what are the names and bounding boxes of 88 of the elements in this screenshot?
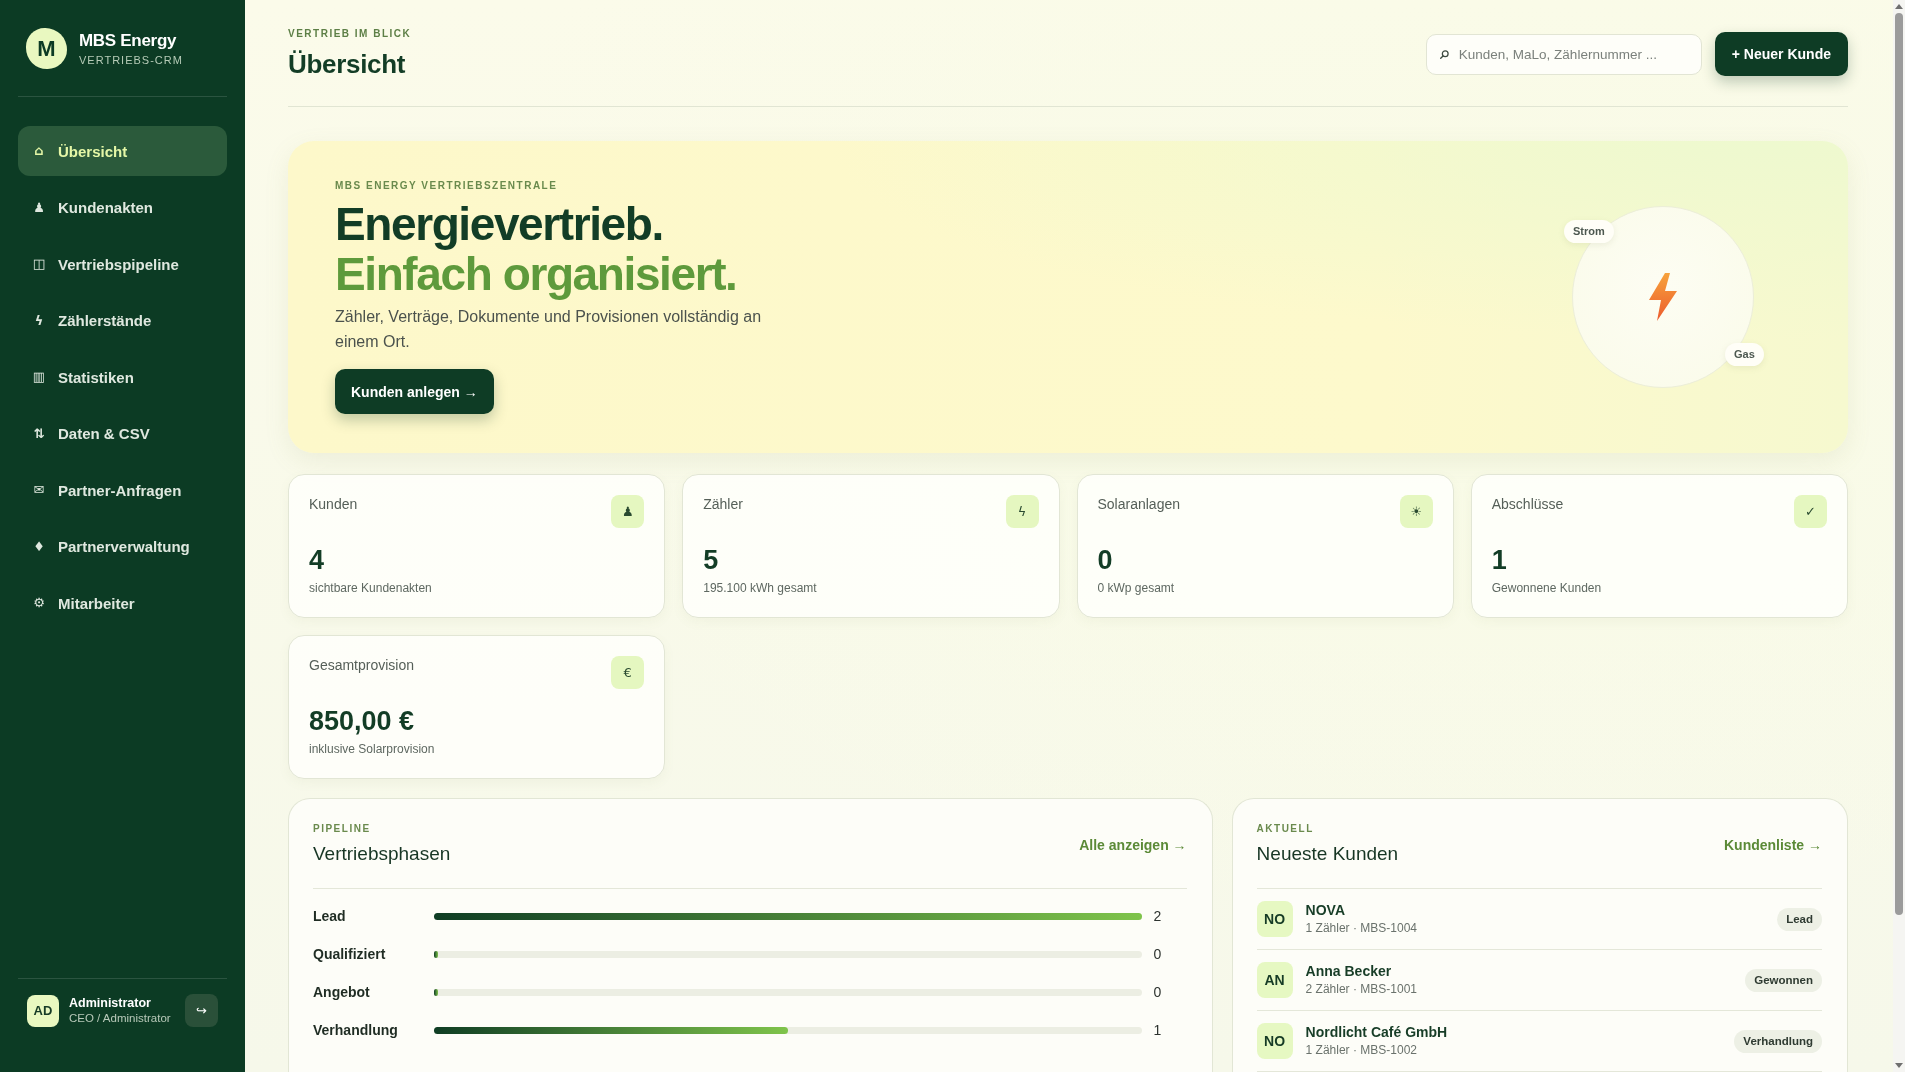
stat-label: Solaranlagen	[1097, 496, 1180, 513]
stat-value: 0	[1097, 544, 1114, 576]
stage-label: Verhandlung	[313, 1022, 399, 1038]
stat-label: Abschlüsse	[1491, 496, 1564, 513]
stat-caption: sichtbare Kundenakten	[309, 581, 433, 596]
customer-name[interactable]: NOVA	[1305, 902, 1765, 919]
nav-item[interactable]: ♦ Partnerverwaltung	[18, 521, 227, 572]
stage-label: Angebot	[313, 984, 371, 1000]
nav-item[interactable]: ♟ Kundenakten	[18, 182, 227, 233]
stat-label: Gesamtprovision	[309, 657, 415, 674]
sun-icon: ☀	[1399, 495, 1433, 528]
stat-label: Kunden	[309, 496, 358, 513]
customer-name[interactable]: Nordlicht Café GmbH	[1305, 1024, 1722, 1041]
customer-meta: 1 Zähler · MBS-1002	[1305, 1043, 1418, 1058]
gear-icon: ⚙	[32, 595, 46, 611]
customer-meta: 2 Zähler · MBS-1001	[1305, 982, 1418, 997]
envelope-icon: ✉	[32, 482, 46, 498]
status-badge: Gewonnen	[1745, 968, 1822, 992]
lightning-bolt-icon	[1648, 273, 1678, 321]
customer-avatar: NO	[1256, 1023, 1293, 1059]
nav-item[interactable]: ⇅ Daten & CSV	[18, 408, 227, 459]
stat-value: 850,00 €	[309, 705, 416, 737]
grid-icon: ▥	[32, 369, 46, 385]
logo: M	[26, 28, 67, 69]
hero-description: Zähler, Verträge, Dokumente und Provisionen vollständig an einem Ort.	[335, 307, 763, 352]
panel-kicker: PIPELINE	[313, 823, 372, 835]
user-name: Administrator	[69, 995, 152, 1011]
page-title: Übersicht	[288, 48, 407, 80]
panel-kicker: AKTUELL	[1256, 823, 1315, 835]
stat-value: 1	[1491, 544, 1508, 576]
stage-count: 1	[1152, 1022, 1163, 1038]
customer-name[interactable]: Anna Becker	[1305, 963, 1733, 980]
house-icon: ⌂	[32, 143, 46, 159]
nav-item[interactable]: ▥ Statistiken	[18, 352, 227, 402]
nav-item[interactable]: ◫ Vertriebspipeline	[18, 239, 227, 289]
scroll-up-icon[interactable]	[1895, 4, 1903, 9]
customer-meta: 1 Zähler · MBS-1004	[1305, 921, 1418, 936]
person-icon: ♟	[611, 495, 645, 528]
energy-tag: Gas	[1725, 343, 1764, 366]
stat-caption: 0 kWp gesamt	[1097, 581, 1176, 596]
brand-tagline: VERTRIEBS-CRM	[79, 52, 183, 67]
nav-item[interactable]: ✉ Partner-Anfragen	[18, 465, 227, 515]
bolt-icon: ϟ	[32, 312, 46, 329]
panel-title: Neueste Kunden	[1256, 842, 1399, 866]
view-all-link[interactable]: Alle anzeigen →	[1079, 836, 1187, 853]
customer-avatar: AN	[1256, 962, 1293, 998]
nav-item[interactable]: ϟ Zählerstände	[18, 295, 227, 346]
stat-label: Zähler	[703, 496, 743, 513]
stage-label: Qualifiziert	[313, 946, 387, 962]
stage-label: Lead	[313, 908, 347, 924]
diamond-icon: ♦	[32, 538, 46, 555]
stat-caption: Gewonnene Kunden	[1491, 581, 1603, 596]
arrows-icon: ⇅	[32, 425, 46, 442]
scrollbar-thumb[interactable]	[1895, 13, 1903, 915]
customer-list-link[interactable]: Kundenliste →	[1724, 836, 1822, 853]
euro-icon: €	[611, 656, 645, 689]
user-avatar: AD	[27, 994, 59, 1027]
status-badge: Lead	[1777, 907, 1822, 931]
hero-headline: Energievertrieb.	[335, 199, 663, 249]
customer-avatar: NO	[1256, 901, 1293, 937]
columns-icon: ◫	[32, 256, 46, 272]
logout-icon: ↪	[196, 1003, 207, 1018]
stage-count: 0	[1152, 984, 1163, 1000]
nav-item[interactable]: ⚙ Mitarbeiter	[18, 578, 227, 628]
stat-caption: 195.100 kWh gesamt	[703, 581, 818, 596]
new-customer-button[interactable]: + Neuer Kunde	[1714, 32, 1848, 76]
hero-kicker: MBS ENERGY VERTRIEBSZENTRALE	[335, 180, 558, 192]
scroll-down-icon[interactable]	[1895, 1063, 1903, 1068]
person-icon: ♟	[32, 199, 46, 216]
logout-button[interactable]: ↪	[185, 994, 218, 1027]
user-role: CEO / Administrator	[69, 1011, 172, 1026]
energy-tag: Strom	[1564, 220, 1614, 243]
page-kicker: VERTRIEB IM BLICK	[288, 28, 412, 40]
stat-caption: inklusive Solarprovision	[309, 742, 436, 757]
stage-count: 0	[1152, 946, 1163, 962]
panel-title: Vertriebsphasen	[313, 842, 451, 866]
search-icon	[1439, 49, 1449, 59]
search-field[interactable]: Kunden, MaLo, Zählernummer ...	[1425, 33, 1702, 75]
stat-value: 5	[703, 544, 720, 576]
hero-headline-accent: Einfach organisiert.	[335, 249, 737, 299]
create-customer-button[interactable]: Kunden anlegen →	[335, 369, 494, 414]
status-badge: Verhandlung	[1734, 1029, 1822, 1053]
bolt-icon: ϟ	[1005, 495, 1039, 528]
brand-name: MBS Energy	[79, 30, 178, 51]
stat-value: 4	[309, 544, 326, 576]
stage-count: 2	[1152, 908, 1163, 924]
nav-item[interactable]: ⌂ Übersicht	[18, 126, 227, 176]
check-icon: ✓	[1794, 495, 1827, 528]
